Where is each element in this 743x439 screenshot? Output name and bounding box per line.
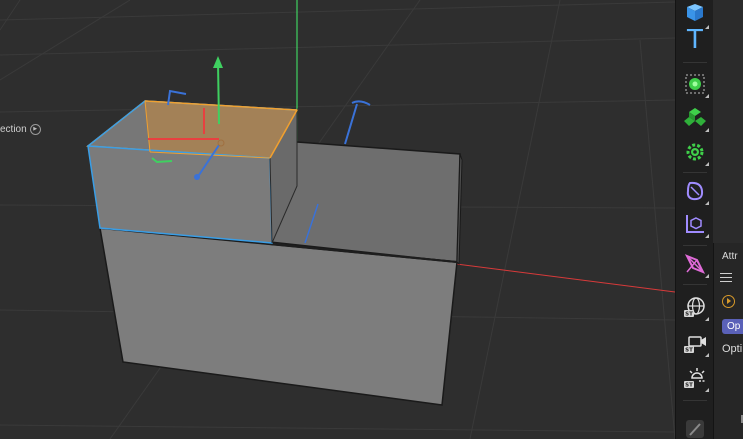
mograph-cloner-icon xyxy=(685,74,705,94)
selected-box-object[interactable] xyxy=(86,100,299,244)
object-mode-pill[interactable]: Op xyxy=(722,319,743,334)
deformer-icon xyxy=(686,181,704,201)
effector-tool-button[interactable] xyxy=(680,137,710,167)
mograph-cluster-icon xyxy=(684,108,706,126)
sky-tool-button[interactable]: ST xyxy=(680,292,710,322)
viewport-view-label[interactable]: ection ▶ xyxy=(0,124,41,135)
text-tool-button[interactable]: T xyxy=(680,25,710,55)
gizmo-y-arrow[interactable] xyxy=(213,56,223,68)
spline-tool-button[interactable] xyxy=(680,249,710,279)
viewport-scene[interactable] xyxy=(0,0,675,439)
camera-tool-button[interactable]: ST xyxy=(680,328,710,358)
field-icon xyxy=(686,215,704,233)
svg-text:ST: ST xyxy=(685,312,693,318)
3d-viewport[interactable]: ection ▶ xyxy=(0,0,675,439)
svg-text:ST: ST xyxy=(685,348,693,354)
sky-globe-icon: ST xyxy=(684,297,705,318)
light-tool-button[interactable]: ST xyxy=(680,363,710,393)
hamburger-menu-icon[interactable] xyxy=(720,273,732,283)
camera-icon: ST xyxy=(684,336,706,354)
object-palette: T ST ST ST xyxy=(675,0,713,439)
deformer-tool-button[interactable] xyxy=(680,176,710,206)
svg-text:ST: ST xyxy=(685,383,693,389)
brush-icon xyxy=(686,420,704,438)
brush-tool-button[interactable] xyxy=(680,414,710,439)
field-tool-button[interactable] xyxy=(680,209,710,239)
text-icon: T xyxy=(687,25,703,55)
spline-pen-icon xyxy=(684,254,706,274)
cube-icon xyxy=(687,4,703,21)
app-window: ection ▶ T ST ST ST Attr Op Opti xyxy=(0,0,743,439)
gizmo-y-axis[interactable] xyxy=(217,61,220,125)
mode-play-icon[interactable] xyxy=(722,295,735,308)
attributes-tab[interactable]: Attr xyxy=(722,251,738,262)
gizmo-rotate-arc-blue[interactable] xyxy=(344,100,371,145)
mograph-tool-button[interactable] xyxy=(680,103,710,133)
effector-gear-icon xyxy=(686,143,704,161)
light-icon: ST xyxy=(684,368,705,389)
attributes-panel: Attr Op Opti xyxy=(713,243,743,439)
options-section-label: Opti xyxy=(722,343,743,355)
view-label-play-icon[interactable]: ▶ xyxy=(29,124,41,135)
view-label-text: ection xyxy=(0,124,27,135)
cloner-tool-button[interactable] xyxy=(680,69,710,99)
